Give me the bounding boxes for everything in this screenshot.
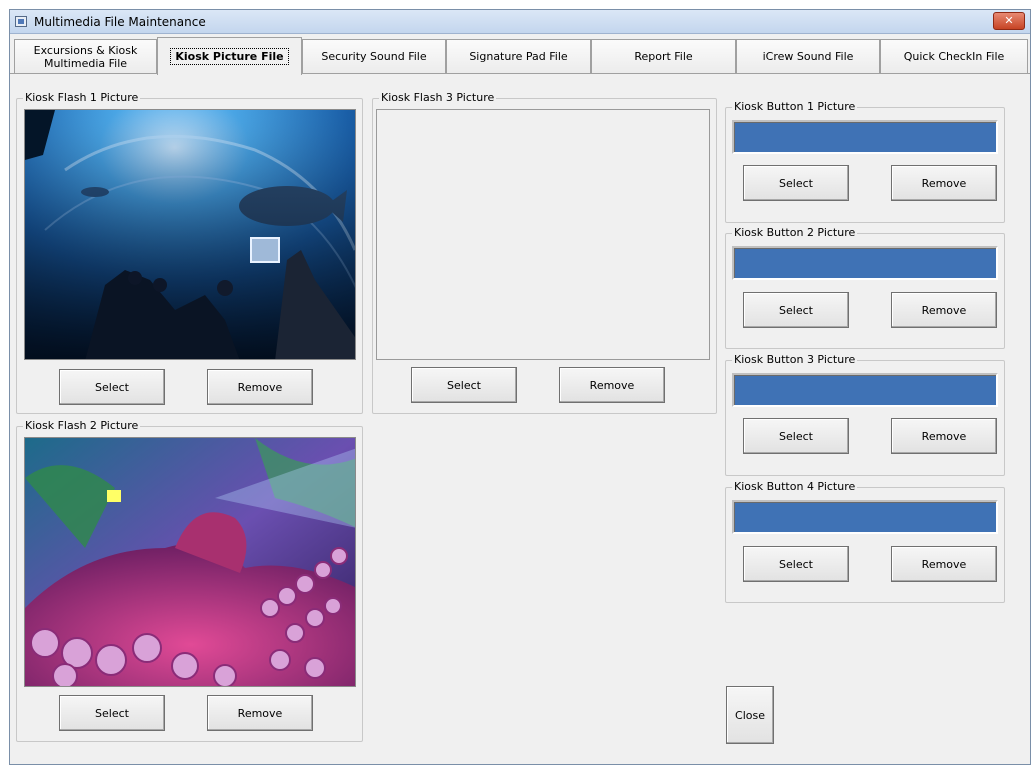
button-1-picture-preview bbox=[732, 120, 998, 154]
button-1-select-button[interactable]: Select bbox=[743, 165, 849, 201]
kiosk-button-4-label: Kiosk Button 4 Picture bbox=[732, 480, 858, 493]
button-4-select-button[interactable]: Select bbox=[743, 546, 849, 582]
aquarium-tunnel-photo bbox=[24, 109, 356, 360]
tab-icrew-sound-file[interactable]: iCrew Sound File bbox=[736, 39, 880, 73]
button-4-remove-button[interactable]: Remove bbox=[891, 546, 997, 582]
flash-2-remove-button[interactable]: Remove bbox=[207, 695, 313, 731]
kiosk-flash-1-group: Kiosk Flash 1 Picture Select Remove bbox=[16, 91, 363, 414]
multimedia-file-maintenance-window: Multimedia File Maintenance ✕ Excursions… bbox=[9, 9, 1031, 765]
tab-signature-pad-file[interactable]: Signature Pad File bbox=[446, 39, 591, 73]
tab-report-file[interactable]: Report File bbox=[591, 39, 736, 73]
kiosk-button-2-group: Kiosk Button 2 Picture Select Remove bbox=[725, 226, 1005, 349]
kiosk-button-4-group: Kiosk Button 4 Picture Select Remove bbox=[725, 480, 1005, 603]
kiosk-picture-file-panel: Kiosk Flash 1 Picture Select Remove Kios… bbox=[10, 73, 1030, 764]
button-3-picture-preview bbox=[732, 373, 998, 407]
button-3-select-button[interactable]: Select bbox=[743, 418, 849, 454]
tab-quick-checkin-file[interactable]: Quick CheckIn File bbox=[880, 39, 1028, 73]
flash-2-select-button[interactable]: Select bbox=[59, 695, 165, 731]
close-window-button[interactable]: ✕ bbox=[993, 12, 1025, 30]
octopus-image bbox=[25, 438, 355, 686]
kiosk-flash-3-group: Kiosk Flash 3 Picture Select Remove bbox=[372, 91, 717, 414]
kiosk-flash-1-label: Kiosk Flash 1 Picture bbox=[23, 91, 141, 104]
button-4-picture-preview bbox=[732, 500, 998, 534]
kiosk-flash-3-label: Kiosk Flash 3 Picture bbox=[379, 91, 497, 104]
button-3-remove-button[interactable]: Remove bbox=[891, 418, 997, 454]
octopus-photo bbox=[24, 437, 356, 687]
flash-3-select-button[interactable]: Select bbox=[411, 367, 517, 403]
kiosk-button-1-label: Kiosk Button 1 Picture bbox=[732, 100, 858, 113]
app-icon bbox=[15, 16, 27, 27]
button-2-remove-button[interactable]: Remove bbox=[891, 292, 997, 328]
kiosk-flash-2-label: Kiosk Flash 2 Picture bbox=[23, 419, 141, 432]
flash-3-remove-button[interactable]: Remove bbox=[559, 367, 665, 403]
button-2-picture-preview bbox=[732, 246, 998, 280]
flash-1-remove-button[interactable]: Remove bbox=[207, 369, 313, 405]
tab-excursions-kiosk-multimedia-file[interactable]: Excursions & Kiosk Multimedia File bbox=[14, 39, 157, 73]
window-title: Multimedia File Maintenance bbox=[34, 15, 206, 29]
desktop-edge bbox=[0, 0, 9, 765]
kiosk-button-1-group: Kiosk Button 1 Picture Select Remove bbox=[725, 100, 1005, 223]
button-1-remove-button[interactable]: Remove bbox=[891, 165, 997, 201]
tab-kiosk-picture-file[interactable]: Kiosk Picture File bbox=[157, 37, 302, 75]
kiosk-button-2-label: Kiosk Button 2 Picture bbox=[732, 226, 858, 239]
title-bar: Multimedia File Maintenance ✕ bbox=[10, 10, 1030, 34]
close-button[interactable]: Close bbox=[726, 686, 774, 744]
kiosk-flash-2-group: Kiosk Flash 2 Picture Select Remove bbox=[16, 419, 363, 742]
kiosk-button-3-group: Kiosk Button 3 Picture Select Remove bbox=[725, 353, 1005, 476]
aquarium-tunnel-image bbox=[25, 110, 355, 359]
kiosk-button-3-label: Kiosk Button 3 Picture bbox=[732, 353, 858, 366]
button-2-select-button[interactable]: Select bbox=[743, 292, 849, 328]
flash-1-select-button[interactable]: Select bbox=[59, 369, 165, 405]
flash-3-picture-box bbox=[376, 109, 710, 360]
tab-security-sound-file[interactable]: Security Sound File bbox=[302, 39, 446, 73]
